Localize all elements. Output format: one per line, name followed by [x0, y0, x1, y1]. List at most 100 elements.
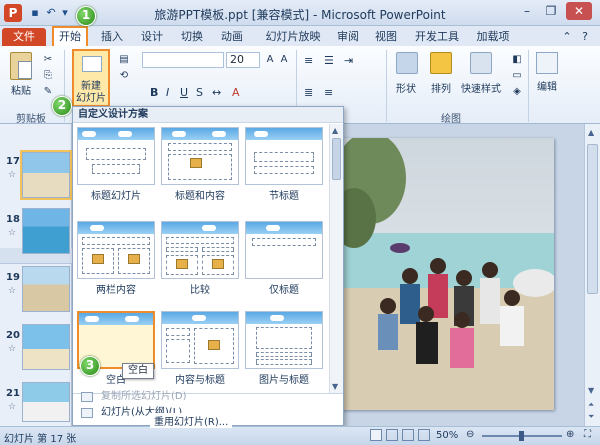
slide-thumbnail[interactable] [22, 324, 70, 370]
vertical-scrollbar[interactable]: ▲ ▼ ⏶ ⏷ [584, 124, 600, 426]
char-spacing-icon[interactable]: ↔ [212, 86, 221, 99]
scroll-down-icon[interactable]: ▼ [332, 382, 338, 391]
layout-title-only[interactable] [245, 221, 323, 279]
align-left-icon[interactable]: ≣ [304, 86, 313, 99]
cut-icon[interactable]: ✂ [42, 54, 54, 65]
next-slide-icon[interactable]: ⏷ [588, 412, 594, 422]
shape-effects-icon[interactable]: ◈ [510, 86, 524, 97]
close-icon[interactable]: ✕ [566, 2, 592, 20]
slide-number: 17 [6, 156, 20, 167]
shape-label: 形状 [396, 84, 416, 95]
slide-number: 18 [6, 214, 20, 225]
slide-thumbnail[interactable] [22, 266, 70, 312]
slideshow-view-icon[interactable] [418, 429, 430, 441]
fit-to-window-icon[interactable]: ⛶ [584, 429, 591, 440]
font-name-field[interactable] [142, 52, 224, 68]
slide-number: 19 [6, 272, 20, 283]
reset-icon[interactable]: ⟲ [114, 70, 134, 81]
animation-star-icon: ☆ [8, 170, 17, 180]
strikethrough-icon[interactable]: S [196, 86, 203, 99]
help-icon[interactable]: ? [578, 28, 592, 46]
font-color-icon[interactable]: A [232, 86, 240, 99]
layout-two-content[interactable] [77, 221, 155, 279]
tab-transitions[interactable]: 切换 [180, 28, 204, 46]
current-slide[interactable] [340, 138, 554, 410]
shapes-icon[interactable] [396, 52, 418, 74]
layout-title-content[interactable] [161, 127, 239, 185]
quick-styles-icon[interactable] [470, 52, 492, 74]
zoom-slider-handle[interactable] [519, 431, 524, 441]
tab-developer[interactable]: 开发工具 [412, 28, 462, 46]
layout-section-header[interactable] [245, 127, 323, 185]
layout-label: 两栏内容 [96, 285, 136, 296]
layout-label: 内容与标题 [175, 375, 225, 386]
scroll-up-icon[interactable]: ▲ [332, 126, 338, 135]
tab-home[interactable]: 开始 [52, 26, 88, 47]
tab-review[interactable]: 审阅 [336, 28, 360, 46]
slide-sorter-icon[interactable] [386, 429, 398, 441]
grow-font-icon[interactable]: A [264, 54, 276, 65]
edit-label: 编辑 [537, 82, 557, 93]
animation-star-icon: ☆ [8, 286, 17, 296]
underline-icon[interactable]: U [180, 86, 188, 99]
shape-fill-icon[interactable]: ◧ [510, 54, 524, 65]
menu-reuse-slides[interactable]: 重用幻灯片(R)... [150, 413, 233, 428]
font-size-value: 20 [230, 53, 244, 66]
tab-animations[interactable]: 动画 [220, 28, 244, 46]
paste-icon[interactable] [10, 52, 32, 80]
italic-icon[interactable]: I [166, 86, 169, 99]
layout-picture-with-caption[interactable] [245, 311, 323, 369]
ribbon-minimize-icon[interactable]: ⌃ [560, 28, 574, 46]
gallery-scrollbar-thumb[interactable] [332, 138, 341, 180]
bullets-icon[interactable]: ≡ [304, 54, 313, 67]
tab-view[interactable]: 视图 [374, 28, 398, 46]
scrollbar-thumb[interactable] [587, 144, 598, 294]
layout-label: 仅标题 [269, 285, 299, 296]
step-marker-3: 3 [80, 356, 100, 376]
numbering-icon[interactable]: ☰ [324, 54, 334, 67]
slide-editing-area[interactable] [330, 124, 584, 426]
layout-icon[interactable]: ▤ [114, 54, 134, 65]
scroll-down-icon[interactable]: ▼ [588, 386, 594, 395]
slide-thumbnail[interactable] [20, 150, 72, 200]
font-size-field[interactable]: 20 [226, 52, 260, 68]
layout-comparison[interactable] [161, 221, 239, 279]
group-separator [528, 50, 529, 122]
slide-photo-image [340, 138, 554, 410]
ribbon-tabs: 文件 开始 插入 设计 切换 动画 幻灯片放映 审阅 视图 开发工具 加载项 ⌃… [0, 26, 600, 47]
layout-label: 标题和内容 [175, 191, 225, 202]
step-marker-1: 1 [76, 6, 96, 26]
indent-icon[interactable]: ⇥ [344, 54, 353, 67]
layout-label: 图片与标题 [259, 375, 309, 386]
slide-thumbnail[interactable] [22, 208, 70, 254]
bold-icon[interactable]: B [150, 86, 158, 99]
new-slide-button[interactable]: 新建 幻灯片 [72, 49, 110, 107]
tab-file[interactable]: 文件 [2, 28, 46, 46]
tab-slideshow[interactable]: 幻灯片放映 [262, 28, 324, 46]
copy-icon[interactable]: ⎘ [42, 70, 54, 81]
scroll-up-icon[interactable]: ▲ [588, 128, 594, 137]
reading-view-icon[interactable] [402, 429, 414, 441]
arrange-icon[interactable] [430, 52, 452, 74]
zoom-in-icon[interactable]: ⊕ [566, 429, 574, 440]
format-painter-icon[interactable]: ✎ [42, 86, 54, 97]
reuse-slides-label: 重用幻灯片(R)... [154, 417, 229, 428]
find-replace-icon[interactable] [536, 52, 558, 74]
minimize-icon[interactable]: – [516, 2, 538, 20]
previous-slide-icon[interactable]: ⏶ [588, 400, 594, 410]
restore-icon[interactable]: ❐ [540, 2, 562, 20]
layout-content-with-caption[interactable] [161, 311, 239, 369]
shape-outline-icon[interactable]: ▭ [510, 70, 524, 81]
normal-view-icon[interactable] [370, 429, 382, 441]
layout-title-slide[interactable] [77, 127, 155, 185]
align-center-icon[interactable]: ≡ [324, 86, 333, 99]
zoom-out-icon[interactable]: ⊖ [466, 429, 474, 440]
gallery-scrollbar[interactable]: ▲ ▼ [329, 124, 343, 394]
tab-addins[interactable]: 加载项 [474, 28, 512, 46]
shrink-font-icon[interactable]: A [278, 54, 290, 65]
slide-thumbnail[interactable] [22, 382, 70, 422]
slide-number: 21 [6, 388, 20, 399]
tab-insert[interactable]: 插入 [100, 28, 124, 46]
tab-design[interactable]: 设计 [140, 28, 164, 46]
zoom-level[interactable]: 50% [436, 430, 458, 441]
